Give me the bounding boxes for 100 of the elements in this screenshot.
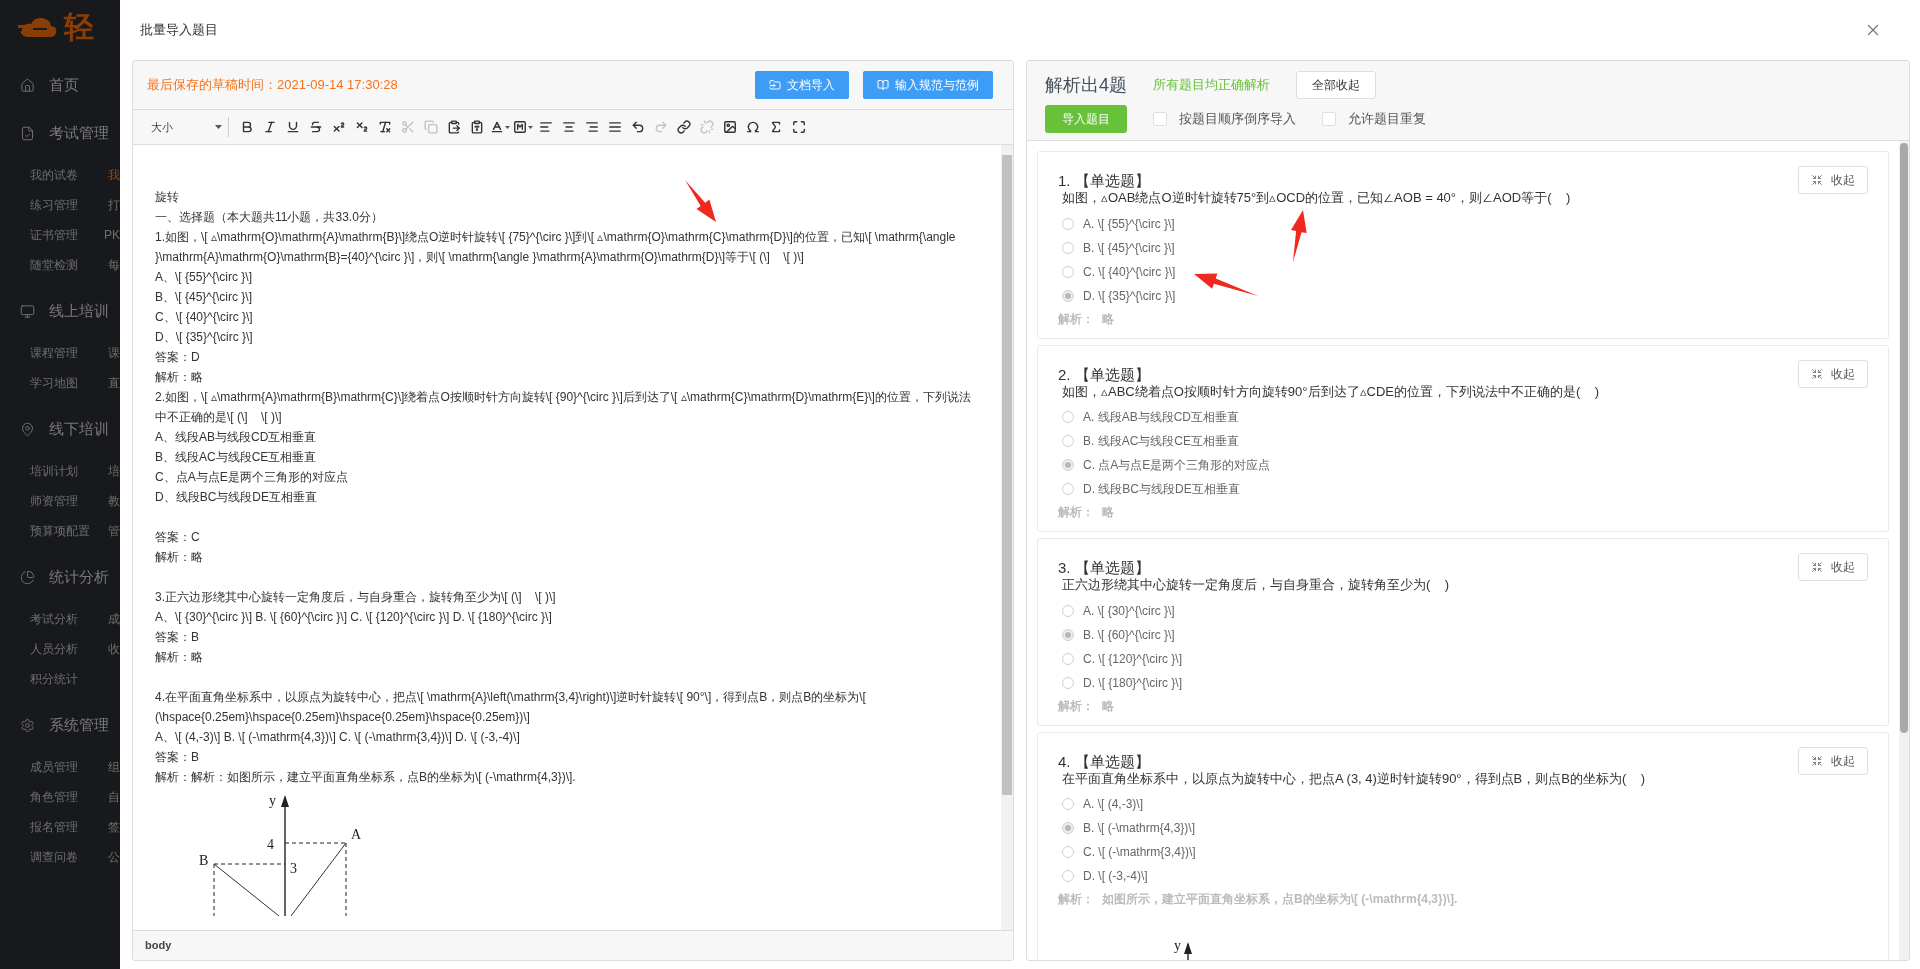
radio-button[interactable]: [1062, 798, 1074, 810]
collapse-button[interactable]: 收起: [1798, 746, 1868, 775]
menu-item[interactable]: 自: [108, 788, 120, 806]
menu-section[interactable]: 线下培训: [49, 417, 109, 441]
pie-chart-icon: [20, 569, 35, 585]
analysis-text: 如图所示，建立平面直角坐标系，点B的坐标为\[ (-\mathrm{4,3})\].: [1102, 891, 1458, 908]
collapse-button[interactable]: 收起: [1798, 553, 1868, 581]
radio-button[interactable]: [1062, 822, 1074, 834]
menu-item[interactable]: 我: [108, 166, 120, 184]
menu-item[interactable]: 课: [108, 344, 120, 362]
choice-label: C. \[ {40}^{\circ }\]: [1083, 263, 1176, 281]
analysis-text: 略: [1102, 697, 1114, 715]
scrollbar[interactable]: [1001, 145, 1013, 930]
analysis-text: 略: [1102, 504, 1114, 521]
menu-item[interactable]: 教: [108, 492, 120, 510]
analysis-label: 解析：: [1058, 310, 1094, 328]
editor-text-line: 解析：略: [155, 549, 204, 566]
home-icon: [20, 77, 35, 93]
import-button[interactable]: 文档导入: [755, 71, 849, 99]
radio-button[interactable]: [1062, 676, 1074, 689]
radio-button[interactable]: [1062, 241, 1074, 254]
diagram-label: y: [1174, 938, 1181, 953]
collapse-button[interactable]: 收起: [1798, 166, 1868, 194]
checkbox[interactable]: [1153, 112, 1167, 126]
editor-text-line: 一、选择题（本大题共11小题，共33.0分）: [155, 209, 384, 226]
menu-item[interactable]: 考试分析: [30, 610, 108, 628]
editor-text-line: 2.如图，\[ ▵\mathrm{A}\mathrm{B}\mathrm{C}\]绕着点O按顺时针方向旋转\[ {90}^{\circ }\]后到达了\[ ▵\mathrm{C}\mathrm{D}\mathrm{E}\]的位置，下列说法中不正确的是\[ (\] \[ )\]: [155, 389, 972, 426]
diagram-label: B: [199, 853, 209, 868]
shrink-icon: [1811, 754, 1823, 767]
diagram-label: A: [351, 827, 362, 842]
menu-item[interactable]: 签: [108, 818, 120, 836]
radio-button[interactable]: [1062, 846, 1074, 858]
diagram-label: y: [269, 793, 276, 808]
menu-item[interactable]: 成员管理: [30, 758, 108, 776]
menu-item[interactable]: 预算项配置: [30, 522, 108, 540]
settings-icon: [20, 717, 35, 733]
menu-item[interactable]: 报名管理: [30, 818, 108, 836]
menu-item[interactable]: 收: [108, 640, 120, 658]
menu-item[interactable]: 组: [108, 758, 120, 776]
scrollbar[interactable]: [1899, 141, 1909, 960]
editor-text-line: 答案：C: [155, 529, 201, 546]
menu-item[interactable]: 学习地图: [30, 374, 108, 392]
choice-label: C. \[ {120}^{\circ }\]: [1083, 650, 1183, 668]
menu-item[interactable]: 培训计划: [30, 462, 108, 480]
menu-item[interactable]: 打: [108, 196, 120, 214]
editor-text-line: D、线段BC与线段DE互相垂直: [155, 489, 318, 506]
menu-item[interactable]: 随堂检测: [30, 256, 108, 274]
choice-label: C. 点A与点E是两个三角形的对应点: [1083, 457, 1271, 474]
editor-text-line: 解析：解析：如图所示，建立平面直角坐标系，点B的坐标为\[ (-\mathrm{4,3})\].: [155, 769, 577, 786]
menu-item[interactable]: 我的试卷: [30, 166, 108, 184]
draft-saved-time: 最后保存的草稿时间：2021-09-14 17:30:28: [147, 76, 398, 95]
menu-section[interactable]: 首页: [49, 73, 79, 97]
choice-label: D. 线段BC与线段DE互相垂直: [1083, 481, 1240, 498]
radio-button[interactable]: [1062, 604, 1074, 617]
diagram-label: 3: [290, 861, 297, 876]
menu-item[interactable]: 培: [108, 462, 120, 480]
editor-text-line: B、线段AC与线段CE互相垂直: [155, 449, 318, 466]
checkbox[interactable]: [1322, 112, 1336, 126]
annotation-arrow: [685, 180, 716, 222]
choice-label: D. \[ {35}^{\circ }\]: [1083, 287, 1176, 305]
shrink-icon: [1811, 174, 1823, 186]
radio-button[interactable]: [1062, 652, 1074, 665]
import-questions-button[interactable]: 导入题目: [1045, 105, 1127, 133]
menu-item[interactable]: 管: [108, 522, 120, 540]
radio-button[interactable]: [1062, 870, 1074, 882]
analysis-text: 略: [1102, 310, 1114, 328]
import-button[interactable]: 输入规范与范例: [863, 71, 993, 99]
menu-item[interactable]: 积分统计: [30, 670, 108, 688]
radio-button[interactable]: [1062, 628, 1074, 641]
collapse-all-button[interactable]: 全部收起: [1296, 71, 1376, 99]
menu-item[interactable]: 每: [108, 256, 120, 274]
radio-button[interactable]: [1062, 459, 1074, 471]
radio-button[interactable]: [1062, 435, 1074, 447]
font-size-select[interactable]: 大小: [151, 117, 229, 137]
menu-item[interactable]: 公: [108, 848, 120, 866]
radio-button[interactable]: [1062, 217, 1074, 230]
menu-item[interactable]: 成: [108, 610, 120, 628]
choice-label: A. 线段AB与线段CD互相垂直: [1083, 409, 1239, 426]
dialog-title: 批量导入题目: [140, 21, 218, 40]
menu-item[interactable]: 师资管理: [30, 492, 108, 510]
menu-item[interactable]: 人员分析: [30, 640, 108, 658]
menu-item[interactable]: 调查问卷: [30, 848, 108, 866]
menu-item[interactable]: 练习管理: [30, 196, 108, 214]
menu-item[interactable]: 角色管理: [30, 788, 108, 806]
menu-item[interactable]: 课程管理: [30, 344, 108, 362]
monitor-icon: [20, 303, 35, 319]
collapse-button[interactable]: 收起: [1798, 359, 1868, 388]
menu-item[interactable]: PK: [104, 226, 120, 244]
radio-button[interactable]: [1062, 289, 1074, 302]
radio-button[interactable]: [1062, 483, 1074, 495]
menu-item[interactable]: 直: [108, 374, 120, 392]
analysis-label: 解析：: [1058, 504, 1094, 521]
radio-button[interactable]: [1062, 265, 1074, 278]
radio-button[interactable]: [1062, 411, 1074, 423]
editor-text-line: 解析：略: [155, 369, 204, 386]
menu-item[interactable]: 证书管理: [30, 226, 104, 244]
menu-section[interactable]: 线上培训: [49, 299, 109, 323]
menu-section[interactable]: 考试管理: [49, 121, 109, 145]
menu-section[interactable]: 系统管理: [49, 713, 109, 737]
menu-section[interactable]: 统计分析: [49, 565, 109, 589]
